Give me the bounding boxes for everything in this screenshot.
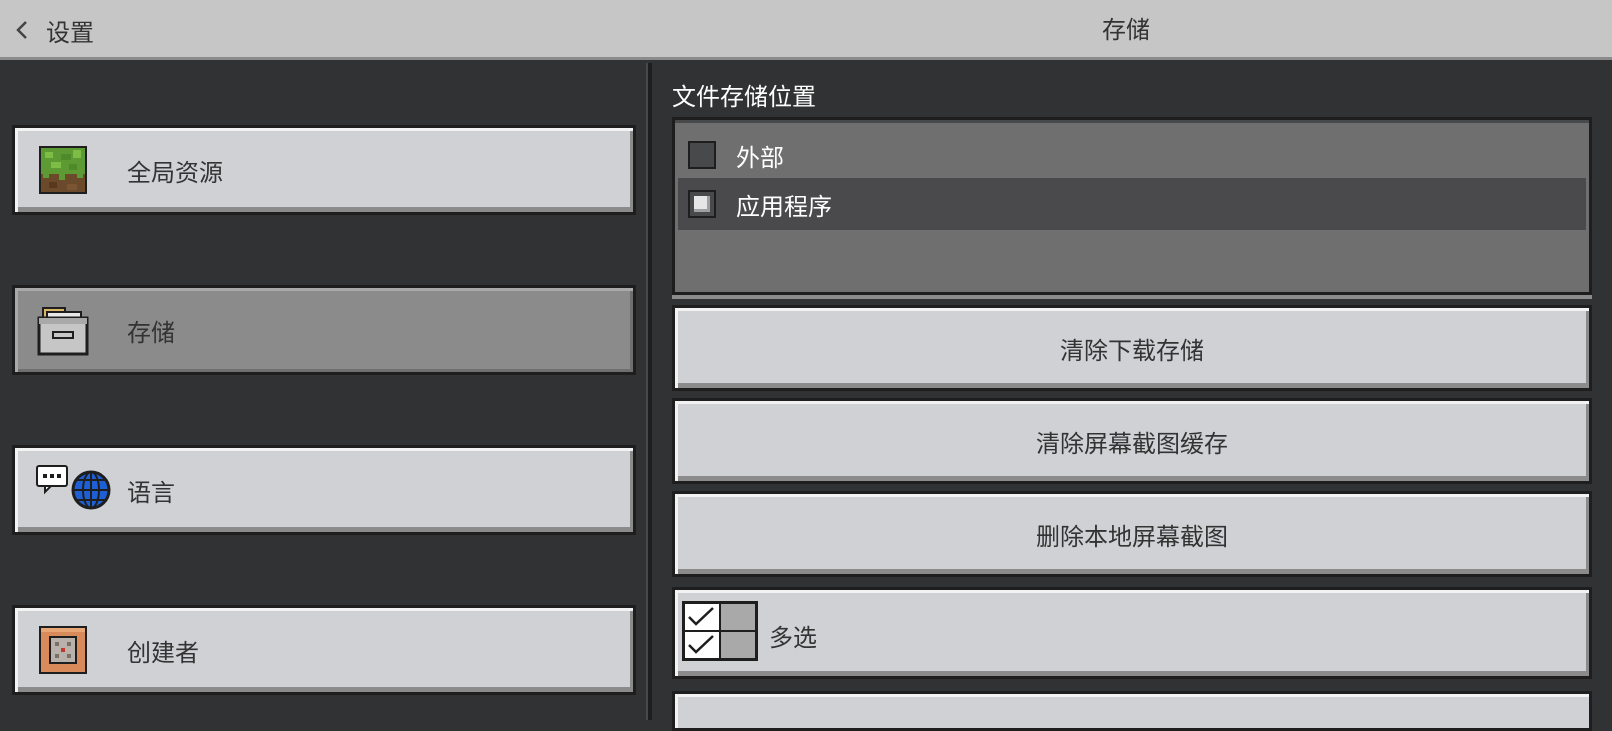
sidebar-item-label: 存储 [127,318,175,347]
settings-sidebar: 全局资源 存储 语言 创建者 [0,63,646,720]
radio-box-unchecked[interactable] [688,141,716,169]
partially-visible-button[interactable] [672,691,1592,731]
multi-select-checkbox-icon [681,600,759,662]
radio-box-checked[interactable] [688,190,716,218]
clear-download-storage-button[interactable]: 清除下载存储 [672,305,1592,391]
storage-settings-panel: 文件存储位置 外部 应用程序 清除下载存储 清除屏幕截图缓存 删除本地屏幕截图 … [652,63,1612,731]
sidebar-item-creator[interactable]: 创建者 [12,605,636,695]
multi-select-label: 多选 [769,624,817,652]
chevron-left-icon [12,18,32,42]
radio-option-external[interactable]: 外部 [678,129,1586,181]
multi-select-toggle[interactable]: 多选 [672,587,1592,679]
file-location-radio-group: 外部 应用程序 [672,117,1592,295]
clear-screenshot-cache-button[interactable]: 清除屏幕截图缓存 [672,398,1592,484]
back-button[interactable]: 设置 [12,10,94,50]
sidebar-item-label: 创建者 [127,638,199,667]
sidebar-item-label: 全局资源 [127,158,223,187]
grass-block-icon [37,144,89,196]
back-label: 设置 [46,18,94,47]
header-bar: 设置 存储 [0,0,1612,60]
language-globe-icon [35,464,115,516]
sidebar-item-storage[interactable]: 存储 [12,285,636,375]
delete-local-screenshots-button[interactable]: 删除本地屏幕截图 [672,491,1592,577]
command-block-icon [37,624,89,676]
radio-option-application[interactable]: 应用程序 [678,178,1586,230]
storage-drawer-icon [37,304,89,356]
radio-label: 外部 [736,143,784,172]
sidebar-item-language[interactable]: 语言 [12,445,636,535]
page-title: 存储 [1102,16,1150,44]
sidebar-item-global-resources[interactable]: 全局资源 [12,125,636,215]
section-title: 文件存储位置 [672,83,816,111]
radio-label: 应用程序 [736,192,832,221]
sidebar-item-label: 语言 [127,478,175,507]
